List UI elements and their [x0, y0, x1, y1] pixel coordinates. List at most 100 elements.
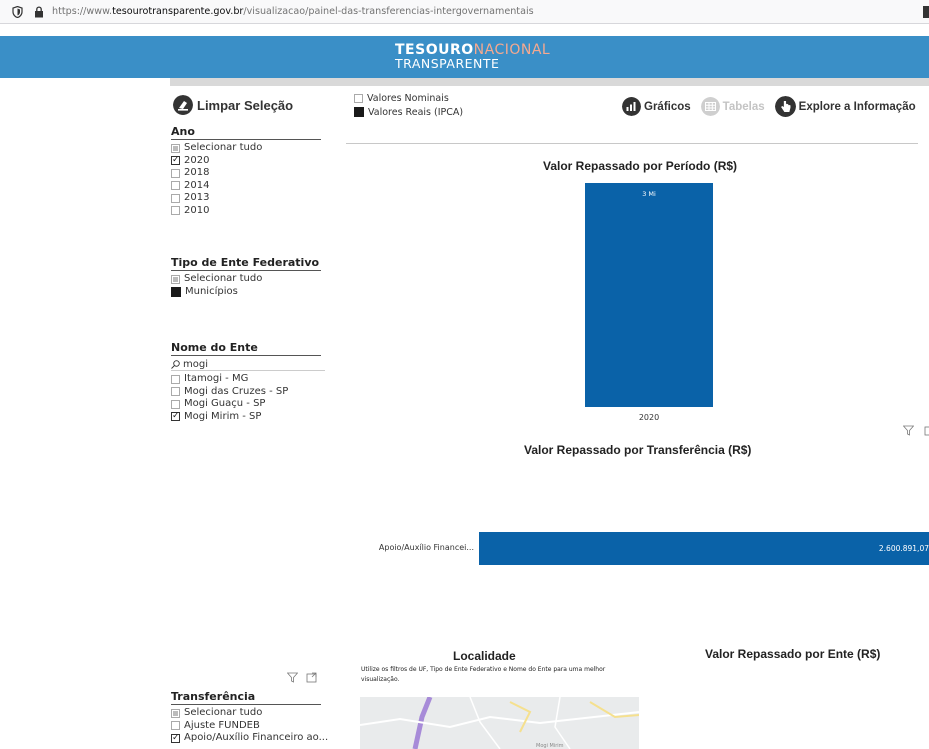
- map-place-label: Mogi Mirim: [536, 743, 564, 749]
- checkbox[interactable]: [171, 206, 180, 216]
- slicer-nome-title: Nome do Ente: [171, 341, 321, 356]
- slicer-nome-ente: Nome do Ente mogi Itamogi - MG Mogi das …: [171, 341, 325, 423]
- checkbox[interactable]: [171, 410, 180, 422]
- graficos-button[interactable]: Gráficos: [622, 97, 691, 116]
- slicer-tipo-item[interactable]: Selecionar tudo: [171, 273, 321, 286]
- chart-ente-title: Valor Repassado por Ente (R$): [705, 647, 881, 661]
- toggle-nominal-label: Valores Nominais: [367, 92, 449, 104]
- explore-button[interactable]: Explore a Informação: [774, 96, 916, 117]
- logo-subtext: TRANSPARENTE: [395, 56, 500, 71]
- slicer-ano-item[interactable]: 2013: [171, 192, 321, 205]
- slicer-search-input[interactable]: mogi: [171, 358, 325, 371]
- checkbox[interactable]: [171, 286, 181, 297]
- map-graphic: Mogi Mirim: [360, 697, 639, 749]
- slicer-transferencia-item[interactable]: Apoio/Auxílio Financeiro ao...: [171, 732, 328, 745]
- map-title: Localidade: [453, 649, 516, 663]
- slicer-item-label: 2014: [184, 179, 210, 191]
- checkbox[interactable]: [171, 154, 180, 166]
- slicer-item-label: Apoio/Auxílio Financeiro ao...: [184, 732, 329, 744]
- checkbox[interactable]: [171, 721, 180, 731]
- slicer-item-label: 2018: [184, 167, 210, 179]
- view-nav: Gráficos Tabelas Explore a Informação: [622, 96, 926, 117]
- checkbox[interactable]: [354, 93, 363, 103]
- toggle-nominal[interactable]: Valores Nominais: [354, 91, 463, 105]
- checkbox[interactable]: [171, 181, 180, 191]
- slicer-item-label: 2010: [184, 204, 210, 216]
- bar-2020[interactable]: 3 Mi: [585, 183, 713, 407]
- url-path: /visualizacao/painel-das-transferencias-…: [243, 6, 534, 17]
- chart-periodo-icons: [903, 425, 929, 436]
- clear-selection-label: Limpar Seleção: [197, 97, 294, 113]
- checkbox[interactable]: [171, 732, 180, 744]
- slicer-item-label: 2013: [184, 192, 210, 204]
- url-field[interactable]: https://www.tesourotransparente.gov.br/v…: [52, 6, 534, 17]
- slicer-nome-item[interactable]: Mogi Guaçu - SP: [171, 398, 325, 411]
- slicer-transferencia-item[interactable]: Selecionar tudo: [171, 707, 328, 720]
- focus-mode-icon[interactable]: [924, 425, 929, 436]
- slicer-tipo-title: Tipo de Ente Federativo: [171, 256, 321, 271]
- slicer-transferencia-item[interactable]: Ajuste FUNDEB: [171, 720, 328, 733]
- checkbox[interactable]: [354, 107, 364, 117]
- checkbox[interactable]: [171, 708, 180, 718]
- slicer-item-label: Mogi Guaçu - SP: [184, 398, 266, 410]
- clear-selection-button[interactable]: Limpar Seleção: [173, 95, 293, 115]
- url-prefix: https://www.: [52, 6, 113, 17]
- explore-label: Explore a Informação: [798, 100, 916, 113]
- slicer-item-label: Selecionar tudo: [184, 707, 263, 719]
- location-map[interactable]: Mogi Mirim: [360, 697, 639, 749]
- map-subtitle: Utilize os filtros de UF, Tipo de Ente F…: [361, 666, 606, 683]
- page: { "browser": { "url_prefix": "https://ww…: [0, 0, 929, 749]
- toggle-real-label: Valores Reais (IPCA): [368, 106, 464, 118]
- slicer-item-label: Municípios: [185, 285, 238, 297]
- table-icon: [700, 97, 720, 116]
- checkbox[interactable]: [171, 168, 180, 178]
- filter-icon[interactable]: [903, 425, 914, 436]
- toolbar-edge-icon[interactable]: [923, 6, 929, 18]
- site-logo[interactable]: TESOURONACIONAL TRANSPARENTE: [395, 43, 550, 71]
- toggle-real[interactable]: Valores Reais (IPCA): [354, 105, 463, 119]
- slicer-item-label: Selecionar tudo: [184, 273, 263, 285]
- slicer-header-icons: [287, 672, 317, 683]
- chart-transferencia-title: Valor Repassado por Transferência (R$): [524, 443, 752, 457]
- slicer-ano-item[interactable]: 2020: [171, 154, 321, 168]
- slicer-tipo-ente: Tipo de Ente Federativo Selecionar tudo …: [171, 256, 321, 298]
- checkbox[interactable]: [171, 193, 180, 203]
- slicer-tipo-item[interactable]: Municípios: [171, 286, 321, 299]
- bar-apoio-auxilio[interactable]: 2.600.891,07: [479, 532, 929, 565]
- slicer-item-label: Selecionar tudo: [184, 142, 263, 154]
- slicer-ano-item[interactable]: 2010: [171, 205, 321, 218]
- slicer-ano-item[interactable]: 2018: [171, 167, 321, 180]
- slicer-ano: Ano Selecionar tudo 2020 2018 2014 2013 …: [171, 125, 321, 217]
- slicer-nome-item[interactable]: Mogi das Cruzes - SP: [171, 386, 325, 399]
- slicer-transferencia: Transferência Selecionar tudo Ajuste FUN…: [171, 690, 328, 745]
- eraser-icon: [173, 95, 193, 115]
- slicer-nome-item[interactable]: Mogi Mirim - SP: [171, 410, 325, 424]
- slicer-ano-list: Selecionar tudo 2020 2018 2014 2013 2010: [171, 142, 321, 217]
- chart-periodo-title: Valor Repassado por Período (R$): [543, 159, 738, 173]
- checkbox[interactable]: [171, 143, 180, 153]
- shield-icon[interactable]: [12, 5, 23, 18]
- graficos-label: Gráficos: [644, 100, 691, 113]
- x-tick-label: 2020: [638, 413, 660, 422]
- lock-icon[interactable]: [34, 5, 44, 18]
- search-icon: [171, 359, 180, 369]
- checkbox[interactable]: [171, 387, 180, 397]
- checkbox[interactable]: [171, 274, 180, 284]
- slicer-item-label: Itamogi - MG: [184, 373, 249, 385]
- value-type-toggle: Valores Nominais Valores Reais (IPCA): [354, 91, 463, 119]
- tabelas-label: Tabelas: [722, 100, 765, 113]
- bar-chart-icon: [622, 97, 641, 116]
- checkbox[interactable]: [171, 374, 180, 384]
- checkbox[interactable]: [171, 399, 180, 409]
- search-value: mogi: [183, 358, 208, 370]
- slicer-ano-item[interactable]: 2014: [171, 180, 321, 193]
- bar-data-label: 2.600.891,07: [878, 544, 929, 553]
- browser-address-bar: https://www.tesourotransparente.gov.br/v…: [0, 0, 929, 24]
- header-divider: [170, 78, 929, 86]
- slicer-ano-item[interactable]: Selecionar tudo: [171, 142, 321, 155]
- focus-mode-icon[interactable]: [306, 672, 317, 683]
- slicer-nome-item[interactable]: Itamogi - MG: [171, 373, 325, 386]
- tabelas-button[interactable]: Tabelas: [700, 97, 765, 116]
- slicer-transferencia-title: Transferência: [171, 690, 321, 705]
- filter-icon[interactable]: [287, 672, 298, 683]
